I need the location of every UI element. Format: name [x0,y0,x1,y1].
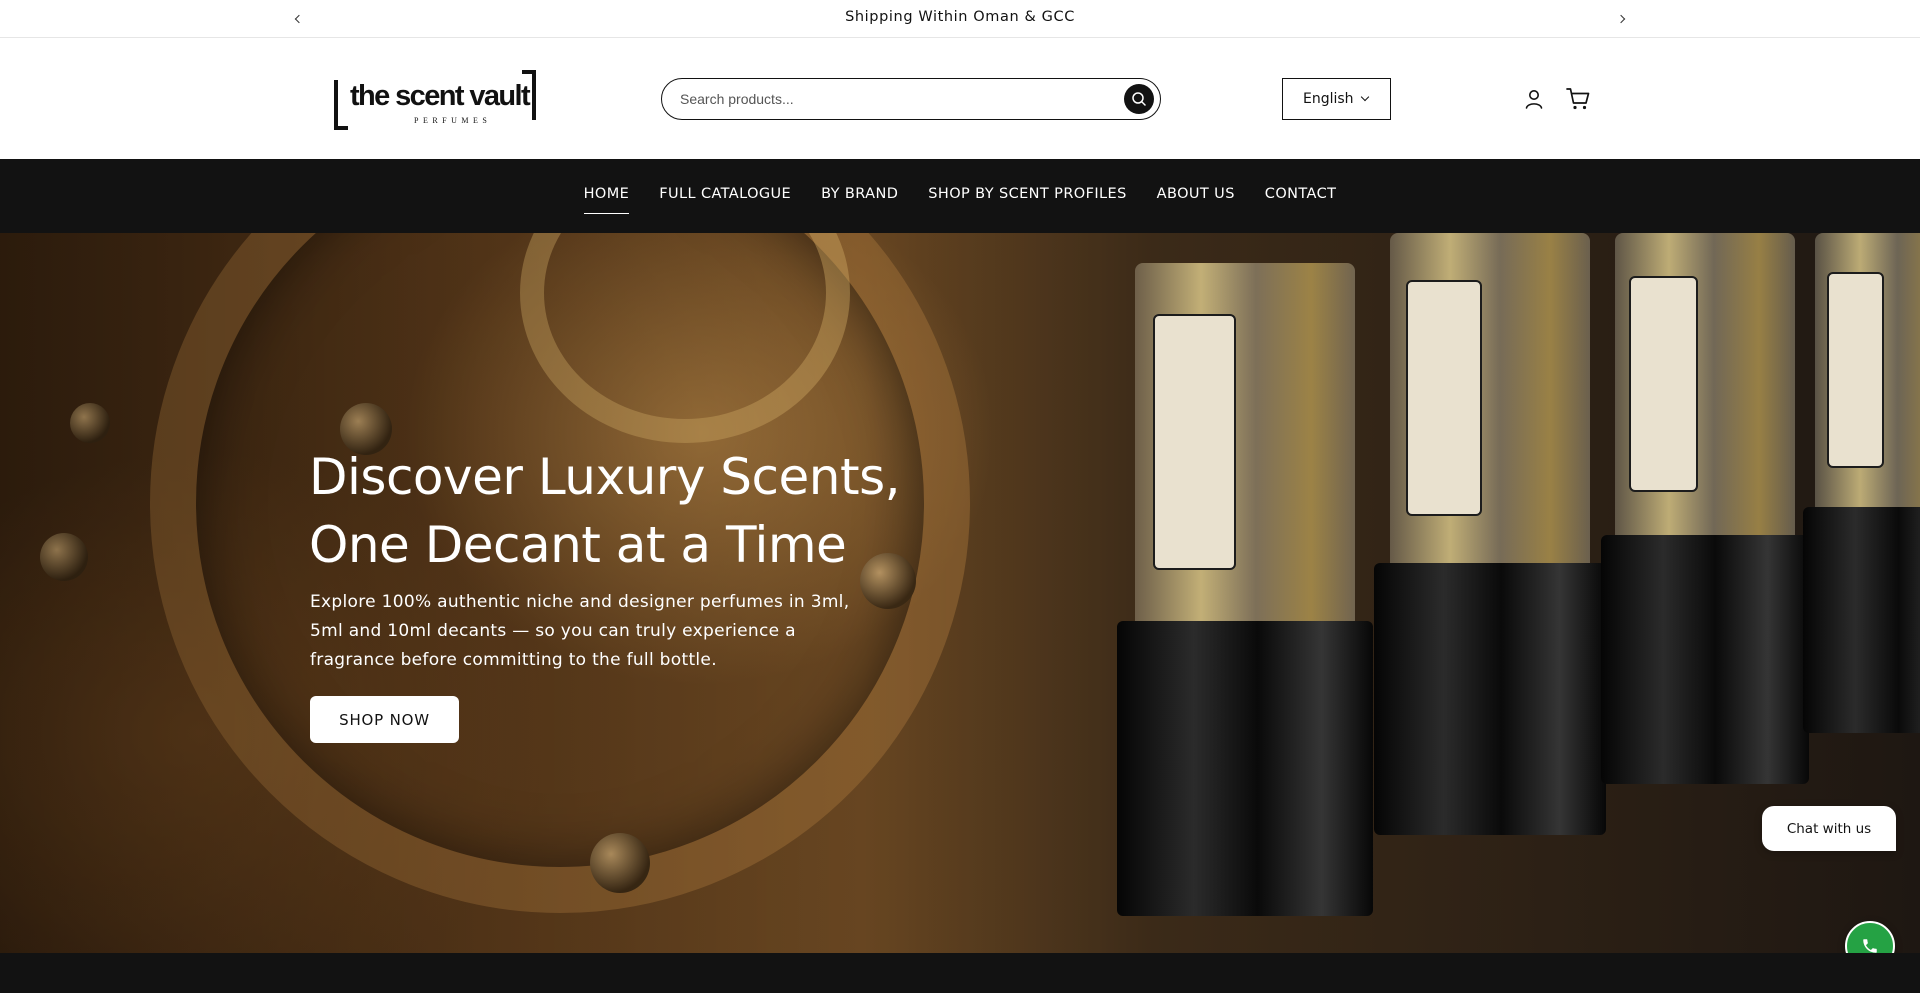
shop-now-button[interactable]: SHOP NOW [310,696,459,743]
cart-button[interactable] [1563,84,1593,114]
announcement-bar: Shipping Within Oman & GCC [0,0,1920,38]
cart-icon [1566,88,1590,110]
hero-title-line2: One Decant at a Time [309,516,847,574]
search-icon [1132,92,1146,106]
announcement-message: Shipping Within Oman & GCC [845,9,1075,25]
language-selected: English [1303,91,1354,107]
nav-item-shop-by-scent-profiles[interactable]: SHOP BY SCENT PROFILES [913,186,1141,202]
hero-shade-overlay [0,233,1920,953]
account-button[interactable] [1519,84,1549,114]
search-input[interactable] [680,88,1100,110]
nav-item-about-us[interactable]: ABOUT US [1142,186,1250,202]
hero-title-line1: Discover Luxury Scents, [309,448,901,506]
main-navigation: HOME FULL CATALOGUE BY BRAND SHOP BY SCE… [0,159,1920,233]
language-selector[interactable]: English [1282,78,1391,120]
logo-subtitle: PERFUMES [414,116,492,125]
site-header: the scent vault PERFUMES English [0,38,1920,159]
search-bar [661,78,1161,120]
nav-item-full-catalogue[interactable]: FULL CATALOGUE [644,186,806,202]
chevron-right-icon[interactable] [1611,9,1631,29]
chat-bubble[interactable]: Chat with us [1762,806,1896,851]
search-button[interactable] [1124,84,1154,114]
nav-item-contact[interactable]: CONTACT [1250,186,1352,202]
user-icon [1525,90,1543,109]
logo-wordmark: the scent vault [350,80,531,112]
nav-item-by-brand[interactable]: BY BRAND [806,186,913,202]
logo-bracket-left [334,80,348,130]
hero-title: Discover Luxury Scents, One Decant at a … [309,443,929,579]
chevron-down-icon [1360,92,1370,102]
hero-banner: Discover Luxury Scents, One Decant at a … [0,233,1920,953]
nav-item-home[interactable]: HOME [569,186,645,214]
logo[interactable]: the scent vault PERFUMES [334,70,536,130]
next-section-band [0,953,1920,993]
hero-description: Explore 100% authentic niche and designe… [310,592,850,670]
